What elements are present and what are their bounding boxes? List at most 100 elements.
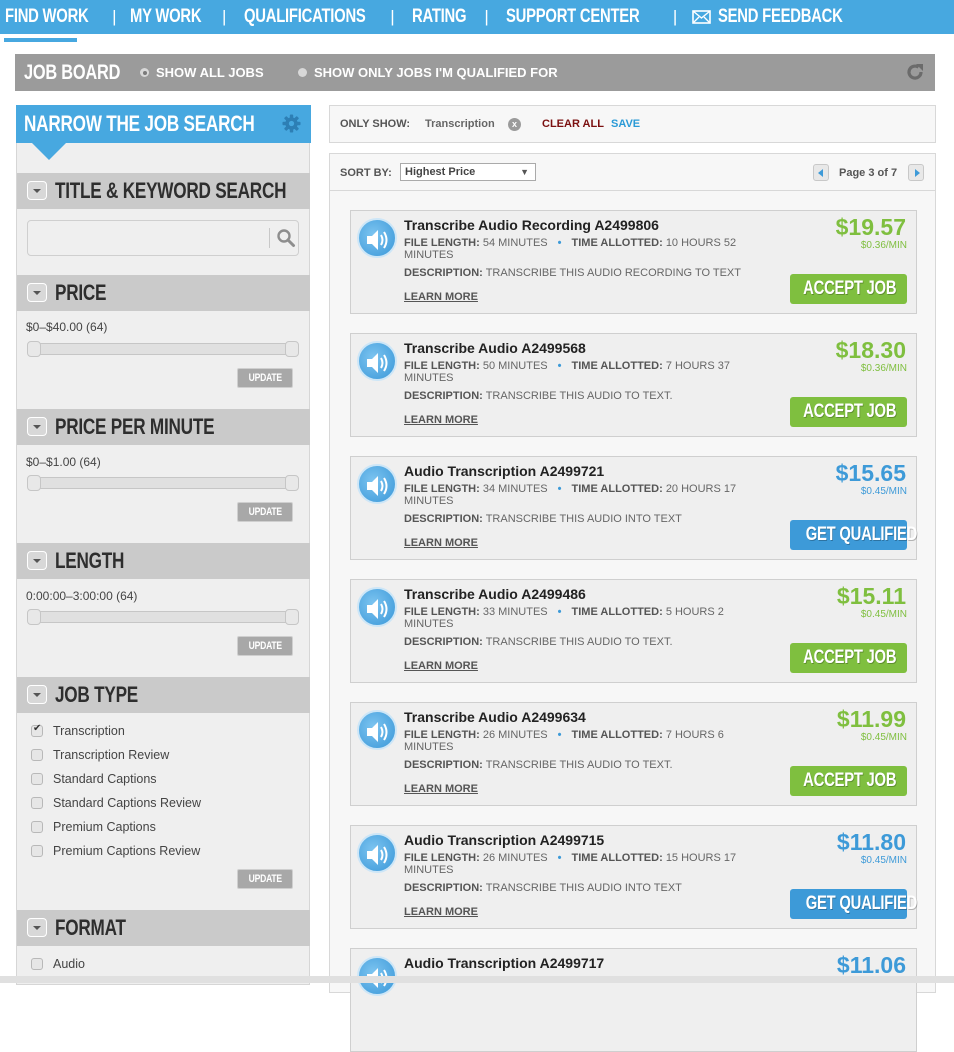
remove-filter-icon[interactable]: x bbox=[508, 118, 521, 131]
job-price: $11.80 bbox=[836, 829, 906, 855]
section-title-keyword-search[interactable]: TITLE & KEYWORD SEARCH bbox=[17, 173, 310, 209]
learn-more-link[interactable]: LEARN MORE bbox=[404, 537, 478, 549]
price-range-label: $0–$40.00 (64) bbox=[26, 320, 108, 334]
time-allotted-label: TIME ALLOTTED: bbox=[571, 237, 663, 249]
job-action-button[interactable]: ACCEPT JOB bbox=[790, 274, 907, 304]
radio-selected-icon bbox=[140, 68, 149, 77]
bullet-separator: • bbox=[557, 360, 562, 372]
nav-rating[interactable]: RATING bbox=[412, 0, 482, 34]
learn-more-link[interactable]: LEARN MORE bbox=[404, 414, 478, 426]
save-filters-link[interactable]: SAVE bbox=[611, 118, 640, 130]
jobtype-transcription[interactable]: Transcription bbox=[31, 723, 125, 738]
job-title[interactable]: Transcribe Audio Recording A2499806 bbox=[404, 217, 659, 233]
nav-support-center[interactable]: SUPPORT CENTER bbox=[506, 0, 677, 34]
file-length-value: 34 MINUTES bbox=[482, 483, 548, 495]
job-action-button[interactable]: ACCEPT JOB bbox=[790, 643, 907, 673]
file-length-value: 54 MINUTES bbox=[482, 237, 548, 249]
nav-my-work[interactable]: MY WORK bbox=[130, 0, 222, 34]
ppm-update-button[interactable]: UPDATE bbox=[237, 502, 293, 522]
job-action-button[interactable]: ACCEPT JOB bbox=[790, 397, 907, 427]
job-action-button[interactable]: GET QUALIFIED bbox=[790, 520, 917, 550]
clear-all-link[interactable]: CLEAR ALL bbox=[542, 118, 604, 130]
collapse-toggle-icon[interactable] bbox=[27, 283, 47, 302]
sidebar-pointer bbox=[32, 143, 66, 160]
audio-speaker-icon bbox=[357, 341, 397, 381]
next-page-button[interactable] bbox=[908, 164, 924, 181]
job-title[interactable]: Transcribe Audio A2499634 bbox=[404, 709, 586, 725]
search-icon[interactable] bbox=[276, 228, 296, 248]
price-update-button[interactable]: UPDATE bbox=[237, 368, 293, 388]
description-label: DESCRIPTION: bbox=[404, 759, 483, 771]
section-price[interactable]: PRICE bbox=[17, 275, 310, 311]
learn-more-link[interactable]: LEARN MORE bbox=[404, 291, 478, 303]
description-value: TRANSCRIBE THIS AUDIO INTO TEXT bbox=[485, 882, 682, 894]
jobtype-premium-captions[interactable]: Premium Captions bbox=[31, 820, 156, 834]
length-slider[interactable] bbox=[27, 609, 299, 625]
job-title[interactable]: Audio Transcription A2499717 bbox=[404, 955, 604, 971]
radio-show-all-jobs[interactable]: SHOW ALL JOBS bbox=[140, 54, 264, 91]
job-action-button[interactable]: ACCEPT JOB bbox=[790, 766, 907, 796]
nav-separator: | bbox=[390, 7, 395, 26]
slider-max-handle[interactable] bbox=[285, 609, 299, 625]
jobtype-standard-captions[interactable]: Standard Captions bbox=[31, 772, 157, 786]
job-title[interactable]: Audio Transcription A2499721 bbox=[404, 463, 604, 479]
slider-max-handle[interactable] bbox=[285, 475, 299, 491]
job-description: DESCRIPTION: TRANSCRIBE THIS AUDIO INTO … bbox=[404, 513, 682, 525]
section-price-per-minute[interactable]: PRICE PER MINUTE bbox=[17, 409, 310, 445]
nav-find-work[interactable]: FIND WORK bbox=[5, 0, 112, 34]
collapse-toggle-icon[interactable] bbox=[27, 685, 47, 704]
checkbox[interactable] bbox=[31, 797, 43, 809]
learn-more-link[interactable]: LEARN MORE bbox=[404, 906, 478, 918]
file-length-label: FILE LENGTH: bbox=[404, 852, 480, 864]
job-meta: FILE LENGTH: 50 MINUTES • TIME ALLOTTED: 7… bbox=[404, 360, 764, 384]
learn-more-link[interactable]: LEARN MORE bbox=[404, 660, 478, 672]
format-audio[interactable]: Audio bbox=[31, 957, 85, 971]
gear-icon[interactable] bbox=[282, 114, 301, 133]
section-length[interactable]: LENGTH bbox=[17, 543, 310, 579]
checkbox[interactable] bbox=[31, 958, 43, 970]
file-length-value: 50 MINUTES bbox=[482, 360, 548, 372]
collapse-toggle-icon[interactable] bbox=[27, 551, 47, 570]
jobtype-standard-captions-review[interactable]: Standard Captions Review bbox=[31, 796, 201, 810]
nav-send-feedback[interactable]: SEND FEEDBACK bbox=[692, 0, 878, 34]
collapse-toggle-icon[interactable] bbox=[27, 417, 47, 436]
price-slider[interactable] bbox=[27, 341, 299, 357]
job-description: DESCRIPTION: TRANSCRIBE THIS AUDIO INTO … bbox=[404, 882, 682, 894]
nav-separator: | bbox=[672, 7, 678, 26]
section-job-type[interactable]: JOB TYPE bbox=[17, 677, 310, 713]
checkbox[interactable] bbox=[31, 821, 43, 833]
keyword-search-input[interactable] bbox=[28, 221, 268, 255]
horizontal-scrollbar[interactable] bbox=[0, 976, 954, 983]
learn-more-link[interactable]: LEARN MORE bbox=[404, 783, 478, 795]
collapse-toggle-icon[interactable] bbox=[27, 181, 47, 200]
slider-min-handle[interactable] bbox=[27, 341, 41, 357]
job-title[interactable]: Audio Transcription A2499715 bbox=[404, 832, 604, 848]
job-title[interactable]: Transcribe Audio A2499568 bbox=[404, 340, 586, 356]
slider-min-handle[interactable] bbox=[27, 475, 41, 491]
job-title[interactable]: Transcribe Audio A2499486 bbox=[404, 586, 586, 602]
sort-select[interactable]: Highest Price ▼ bbox=[400, 163, 536, 181]
checkbox[interactable] bbox=[31, 773, 43, 785]
ppm-range-label: $0–$1.00 (64) bbox=[26, 455, 101, 469]
jobtype-update-button[interactable]: UPDATE bbox=[237, 869, 293, 889]
section-format[interactable]: FORMAT bbox=[17, 910, 310, 946]
job-price: $11.06 bbox=[836, 952, 906, 978]
jobtype-transcription-review[interactable]: Transcription Review bbox=[31, 748, 169, 762]
nav-separator: | bbox=[221, 7, 227, 26]
jobtype-premium-captions-review[interactable]: Premium Captions Review bbox=[31, 844, 200, 858]
checkbox[interactable] bbox=[31, 749, 43, 761]
length-update-button[interactable]: UPDATE bbox=[237, 636, 293, 656]
slider-max-handle[interactable] bbox=[285, 341, 299, 357]
collapse-toggle-icon[interactable] bbox=[27, 918, 47, 937]
refresh-icon[interactable] bbox=[905, 62, 925, 82]
nav-qualifications[interactable]: QUALIFICATIONS bbox=[244, 0, 400, 34]
slider-min-handle[interactable] bbox=[27, 609, 41, 625]
radio-show-qualified-jobs[interactable]: SHOW ONLY JOBS I'M QUALIFIED FOR bbox=[298, 54, 558, 91]
previous-page-button[interactable] bbox=[813, 164, 829, 181]
ppm-slider[interactable] bbox=[27, 475, 299, 491]
job-card: Audio Transcription A2499717 $11.06 bbox=[350, 948, 917, 1052]
sort-by-label: SORT BY: bbox=[340, 167, 392, 179]
checkbox[interactable] bbox=[31, 845, 43, 857]
checkbox-checked[interactable] bbox=[31, 723, 43, 737]
job-action-button[interactable]: GET QUALIFIED bbox=[790, 889, 917, 919]
